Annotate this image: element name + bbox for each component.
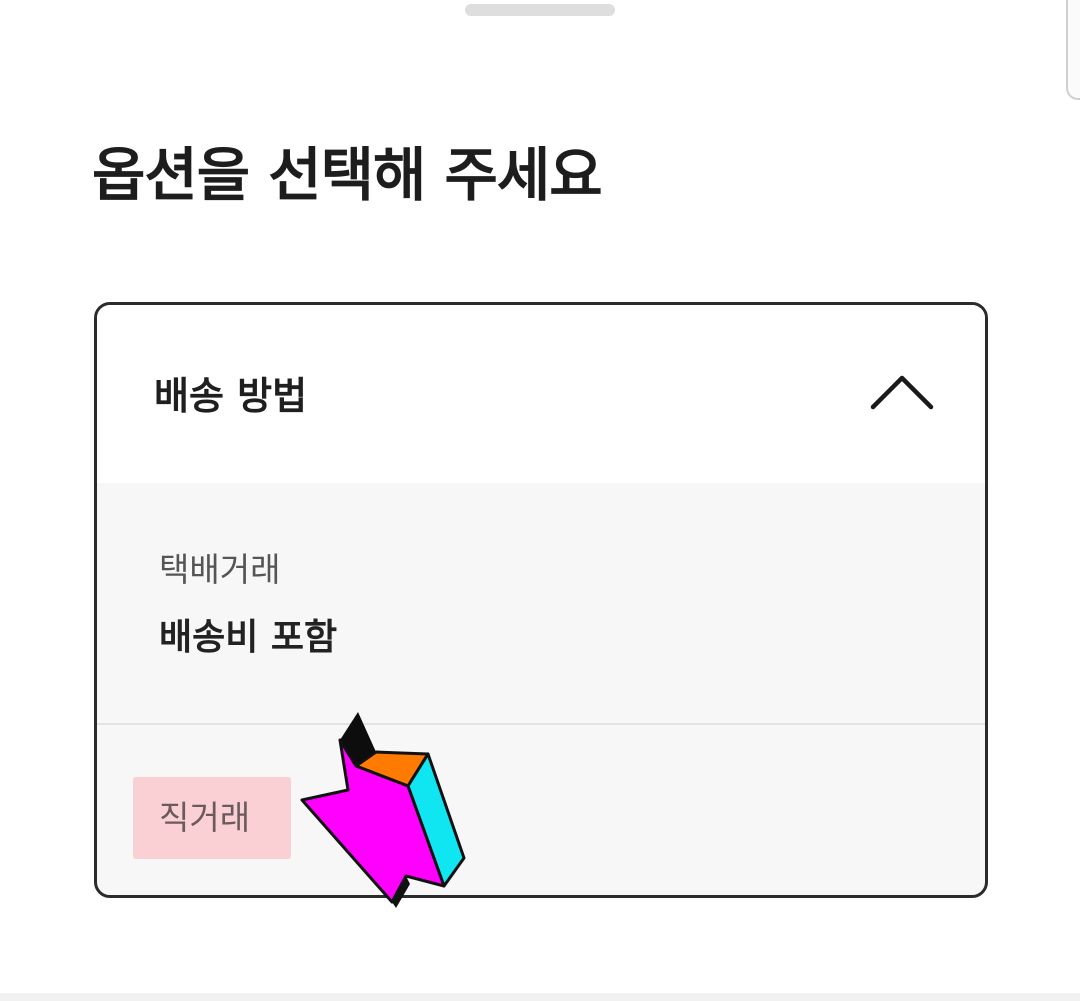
delivery-method-label: 배송 방법: [154, 374, 308, 418]
scrollbar: [1066, 0, 1080, 100]
drag-handle[interactable]: [465, 4, 615, 16]
option-name: 택배거래: [159, 550, 281, 589]
option-direct-trade[interactable]: 직거래: [97, 725, 985, 895]
chevron-up-icon[interactable]: [867, 369, 937, 413]
delivery-method-header[interactable]: 배송 방법: [97, 305, 985, 483]
bottom-sheet: 옵션을 선택해 주세요 배송 방법 택배거래 배송비 포함 직거래: [0, 0, 1080, 1001]
option-parcel-delivery[interactable]: 택배거래 배송비 포함: [97, 483, 985, 723]
page-title: 옵션을 선택해 주세요: [92, 141, 603, 209]
option-name: 직거래: [159, 798, 251, 837]
option-detail: 배송비 포함: [159, 617, 338, 658]
bottom-edge: [0, 993, 1080, 1001]
delivery-method-card: 배송 방법 택배거래 배송비 포함 직거래: [94, 302, 988, 898]
